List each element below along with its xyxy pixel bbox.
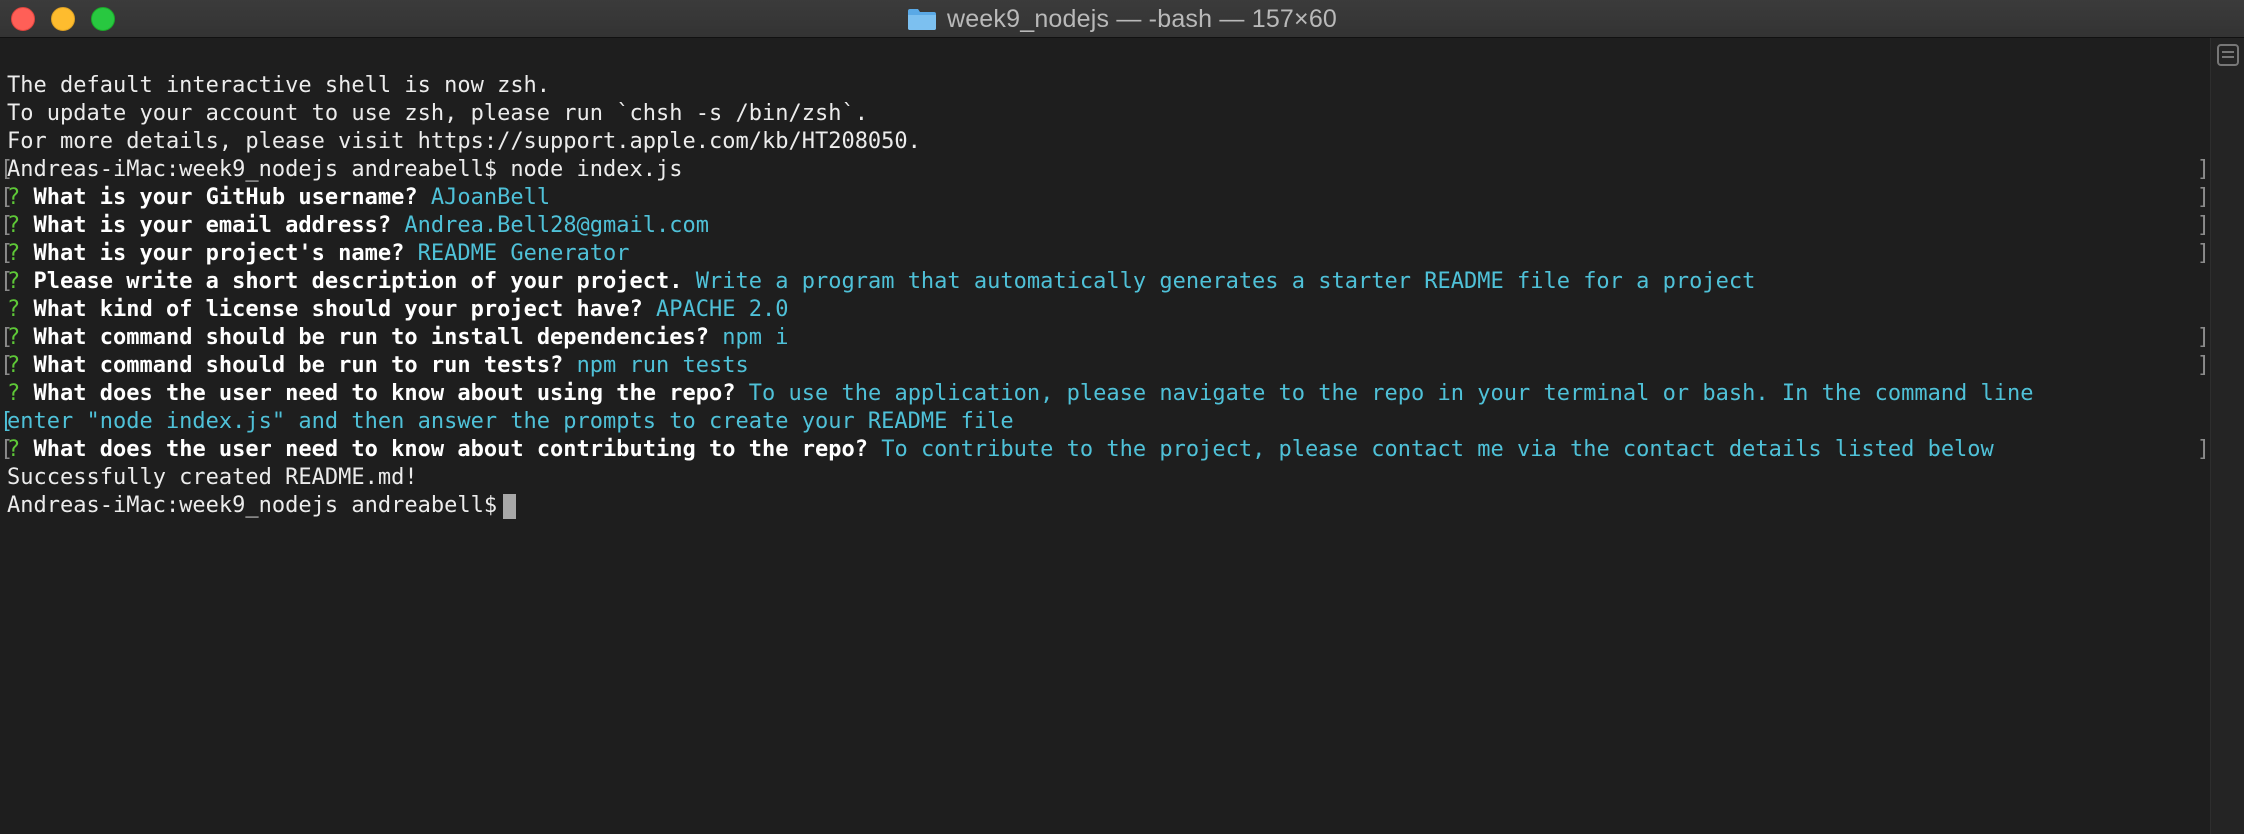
prompt-line: [? Please write a short description of y…: [0, 269, 1756, 294]
split-pane-icon[interactable]: [2217, 44, 2239, 66]
prompt-line: [? What is your project's name? README G…: [0, 241, 2210, 266]
prompt-line-continued: [enter "node index.js" and then answer t…: [0, 409, 1014, 434]
window-title-group: week9_nodejs — -bash — 157×60: [0, 0, 2244, 38]
text-cursor: [503, 493, 517, 519]
title-bar: week9_nodejs — -bash — 157×60: [0, 0, 2244, 38]
command-line: [Andreas-iMac:week9_nodejs andreabell$ n…: [0, 157, 2210, 182]
folder-icon: [907, 7, 937, 31]
terminal-line: For more details, please visit https://s…: [7, 129, 921, 154]
window-title: week9_nodejs — -bash — 157×60: [946, 4, 1338, 33]
prompt-line: [? What does the user need to know about…: [0, 437, 2210, 462]
terminal-output[interactable]: The default interactive shell is now zsh…: [0, 38, 2210, 834]
shell-prompt[interactable]: Andreas-iMac:week9_nodejs andreabell$: [0, 492, 2210, 520]
prompt-line: [? What command should be run to install…: [0, 325, 2210, 350]
prompt-line: ? What kind of license should your proje…: [7, 297, 789, 322]
prompt-line: ? What does the user need to know about …: [7, 381, 2034, 406]
terminal-line: The default interactive shell is now zsh…: [7, 73, 551, 98]
prompt-line: [? What command should be run to run tes…: [0, 353, 2210, 378]
terminal-line: To update your account to use zsh, pleas…: [7, 101, 868, 126]
success-message: Successfully created README.md!: [7, 465, 418, 490]
prompt-line: [? What is your GitHub username? AJoanBe…: [0, 185, 2210, 210]
prompt-line: [? What is your email address? Andrea.Be…: [0, 213, 2210, 238]
scrollbar[interactable]: [2210, 38, 2244, 834]
